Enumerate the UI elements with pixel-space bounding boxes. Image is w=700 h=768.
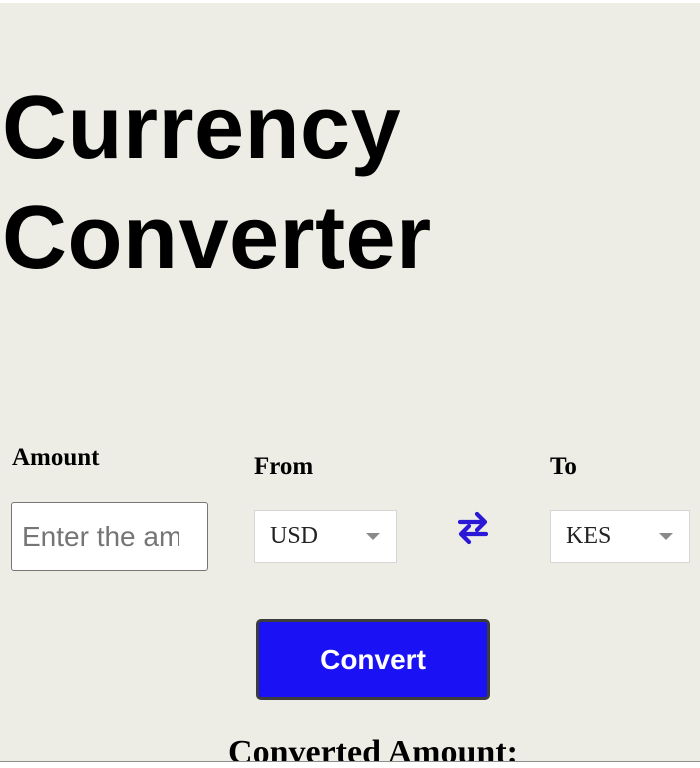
convert-button[interactable]: Convert bbox=[256, 619, 490, 700]
to-label: To bbox=[550, 453, 577, 480]
page: Currency Converter Amount From To USD KE… bbox=[0, 0, 700, 768]
swap-arrows-icon bbox=[457, 511, 489, 545]
from-label: From bbox=[254, 453, 314, 480]
chevron-down-icon bbox=[659, 533, 673, 540]
converted-amount-heading: Converted Amount: bbox=[228, 734, 518, 762]
divider bbox=[0, 761, 700, 762]
title-line-1: Currency bbox=[2, 78, 402, 178]
title-line-2: Converter bbox=[2, 188, 432, 288]
chevron-down-icon bbox=[366, 533, 380, 540]
amount-label: Amount bbox=[12, 444, 100, 471]
amount-input[interactable] bbox=[11, 502, 208, 571]
swap-currencies-button[interactable] bbox=[452, 506, 494, 548]
app-surface: Currency Converter Amount From To USD KE… bbox=[0, 3, 700, 762]
from-currency-value: USD bbox=[270, 523, 319, 549]
from-currency-select[interactable]: USD bbox=[254, 510, 397, 563]
to-currency-select[interactable]: KES bbox=[550, 510, 690, 563]
to-currency-value: KES bbox=[566, 523, 612, 549]
page-title: Currency Converter bbox=[2, 73, 522, 293]
